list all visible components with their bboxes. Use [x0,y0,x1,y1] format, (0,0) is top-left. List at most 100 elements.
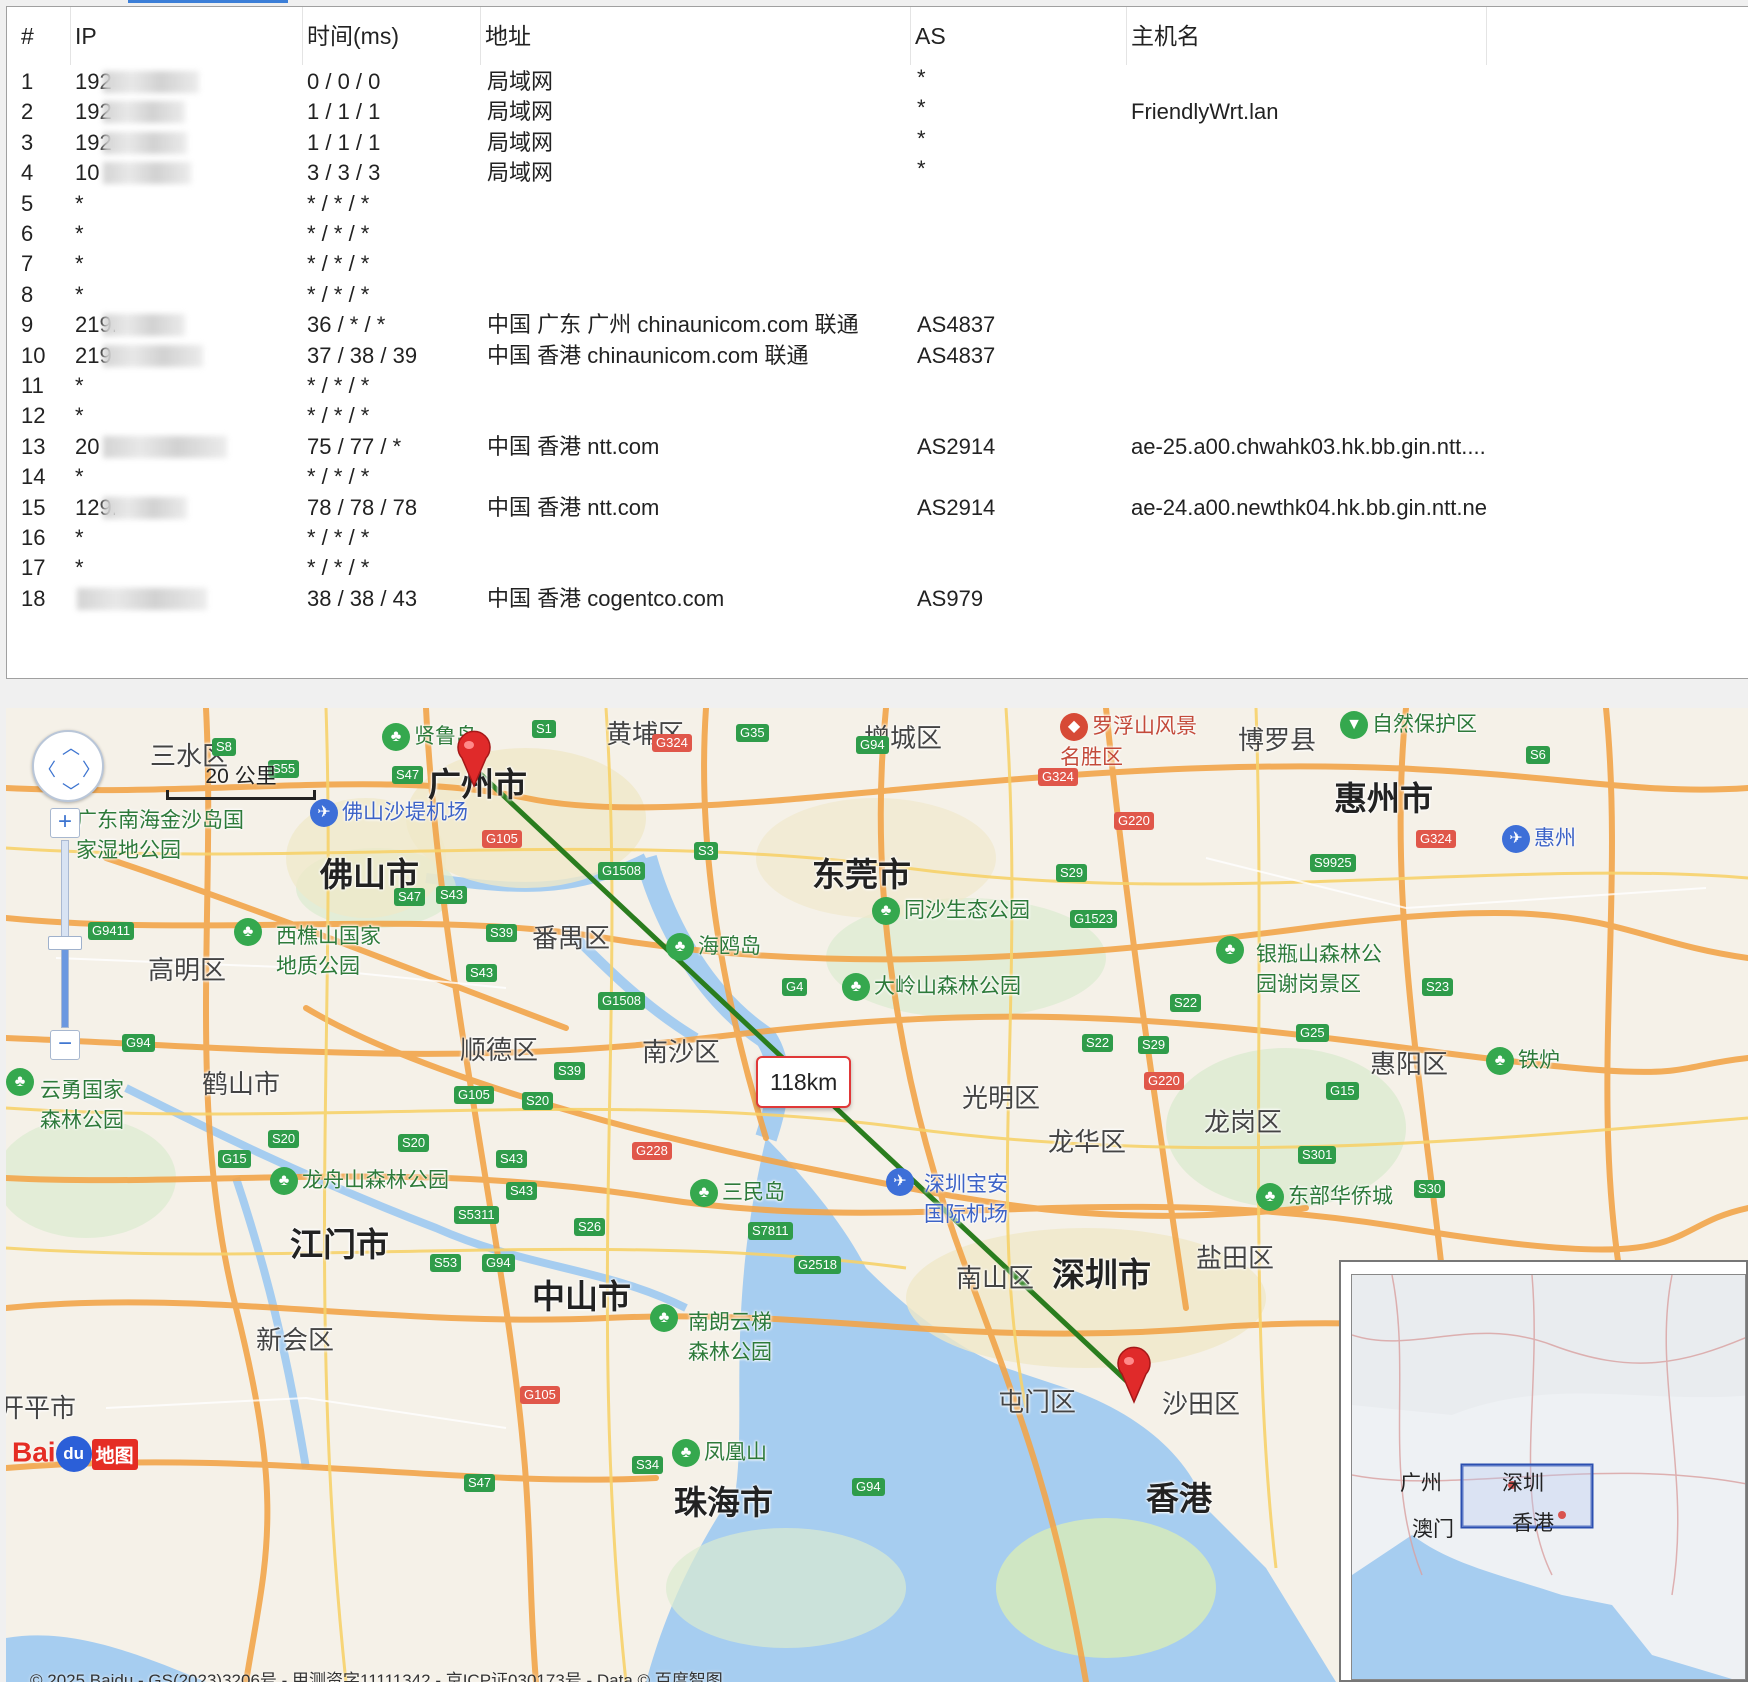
road-g94: G94 [856,736,889,754]
cell-index: 10 [21,342,46,368]
poi-nature-reserve: ▼ 自然保护区 [1340,708,1477,740]
park-icon: ♣ [1216,936,1244,964]
route-map[interactable]: 广州市 佛山市 东莞市 惠州市 江门市 中山市 深圳市 香港 珠海市 增城区 黄… [6,708,1748,1682]
cell-hostname [1131,187,1487,221]
road-s20-c: S20 [398,1134,430,1152]
cell-ip: * [75,403,84,429]
road-g324-b: G324 [1038,768,1078,786]
col-header-ip[interactable]: IP [71,7,303,65]
cell-address: 中国 香港 ntt.com [487,494,660,520]
park-icon: ♣ [842,973,870,1002]
road-g220-b: G220 [1144,1072,1184,1090]
table-row[interactable]: 3 192 1 / 1 / 1 局域网 * [7,126,1748,160]
cell-index: 13 [21,433,46,459]
table-row[interactable]: 11 * * / * / * [7,369,1748,403]
label-boluo: 博罗县 [1238,725,1317,755]
cell-as [917,521,1127,555]
poi-yunyong-label: 云勇国家森林公园 [40,1079,124,1132]
logo-ditu: 地图 [91,1438,138,1470]
poi-shenzhen-airport[interactable]: ✈ [886,1168,918,1196]
road-s39-b: S39 [554,1062,586,1080]
table-row[interactable]: 10 219 37 / 38 / 39 中国 香港 chinaunicom.com 联… [7,339,1748,373]
road-s20: S20 [522,1092,554,1110]
park-icon: ♣ [1486,1047,1514,1076]
cell-address: 中国 广东 广州 chinaunicom.com 联通 [487,312,859,338]
cell-as: AS4837 [917,312,996,338]
cell-address [487,551,911,585]
label-heshan: 鹤山市 [202,1069,281,1099]
table-row[interactable]: 13 20 75 / 77 / * 中国 香港 ntt.com AS2914 ae-25.… [7,430,1748,464]
poi-foshan-airport[interactable]: ✈ 佛山沙堤机场 [310,796,468,828]
col-header-index[interactable]: # [17,7,71,65]
road-s43: S43 [436,886,468,904]
cell-hostname [1131,308,1487,342]
park-icon: ♣ [382,723,410,752]
table-row[interactable]: 14 * * / * / * [7,460,1748,494]
cell-as [917,187,1127,221]
table-row[interactable]: 6 * * / * / * [7,217,1748,251]
poi-xiqiao-park: ♣ [234,918,266,946]
cell-index: 2 [21,99,34,125]
cell-address: 局域网 [487,160,554,186]
pan-control[interactable]: ︿ ﹀ 〈 〉 [32,730,104,802]
overview-label-shenzhen: 深圳 [1502,1472,1544,1495]
zoom-out-button[interactable]: − [50,1030,80,1060]
table-row[interactable]: 12 * * / * / * [7,399,1748,433]
table-row[interactable]: 9 219. 36 / * / * 中国 广东 广州 chinaunicom.com … [7,308,1748,342]
poi-nanlang: ♣ [650,1304,682,1332]
table-row[interactable]: 16 * * / * / * [7,521,1748,555]
cell-hostname [1131,247,1487,281]
table-row[interactable]: 8 * * / * / * [7,278,1748,312]
poi-huizhou-airport[interactable]: ✈ 惠州 [1502,822,1576,854]
col-header-as[interactable]: AS [911,7,1127,65]
cell-index: 9 [21,312,34,338]
cell-ip: * [75,221,84,246]
cell-address [487,521,911,555]
label-huizhou: 惠州市 [1334,780,1433,817]
cell-hostname: FriendlyWrt.lan [1131,99,1279,125]
road-s26: S26 [574,1218,606,1236]
col-header-address[interactable]: 地址 [481,7,911,65]
table-row[interactable]: 4 10 3 / 3 / 3 局域网 * [7,156,1748,190]
zoom-in-button[interactable]: + [50,808,80,838]
table-row[interactable]: 15 129. 78 / 78 / 78 中国 香港 ntt.com AS2914 ae-… [7,491,1748,525]
table-row[interactable]: 17 * * / * / * [7,551,1748,585]
baidu-map-logo[interactable]: Bai du 地图 [12,1436,138,1472]
poi-sanmin-island: ♣ 三民岛 [690,1176,785,1208]
col-header-hostname[interactable]: 主机名 [1127,7,1487,65]
redacted-ip-mask [103,344,203,367]
table-row[interactable]: 2 192 1 / 1 / 1 局域网 * FriendlyWrt.lan [7,95,1748,129]
label-tuenmun: 屯门区 [998,1387,1077,1417]
park-icon: ♣ [270,1167,298,1196]
col-header-time[interactable]: 时间(ms) [303,7,481,65]
label-jiangmen: 江门市 [290,1226,389,1263]
table-row[interactable]: 5 * * / * / * [7,187,1748,221]
start-pin-icon[interactable] [454,728,494,788]
cell-address: 局域网 [487,69,554,94]
pan-up-icon[interactable]: ︿ [62,734,80,760]
redacted-ip-mask [103,435,227,458]
table-row[interactable]: 1 192 0 / 0 / 0 局域网 * [7,65,1748,99]
road-s43-c: S43 [496,1150,528,1168]
end-pin-icon[interactable] [1114,1344,1154,1404]
poi-shenzhen-airport-label: 深圳宝安国际机场 [924,1173,1008,1226]
road-g105: G105 [482,830,522,848]
cell-time: 38 / 38 / 43 [307,585,418,611]
cell-hostname [1131,126,1487,160]
pan-down-icon[interactable]: ﹀ [62,778,80,804]
road-s23: S23 [1422,978,1454,996]
road-s22: S22 [1170,994,1202,1012]
zoom-slider-track[interactable] [61,840,69,1028]
zoom-slider-thumb[interactable] [48,936,82,950]
table-row[interactable]: 7 * * / * / * [7,247,1748,281]
pan-right-icon[interactable]: 〉 [82,756,100,782]
label-xinhui: 新会区 [256,1325,335,1355]
overview-map[interactable]: 广州 深圳 澳门 香港 [1339,1260,1748,1682]
reserve-icon: ▼ [1340,711,1368,740]
cell-index: 6 [21,221,34,246]
road-g25: G25 [1296,1024,1329,1042]
table-row[interactable]: 18 38 / 38 / 43 中国 香港 cogentco.com AS979 [7,582,1748,616]
pan-left-icon[interactable]: 〈 [38,756,56,782]
cell-hostname [1131,278,1487,312]
label-longhua: 龙华区 [1048,1127,1127,1157]
